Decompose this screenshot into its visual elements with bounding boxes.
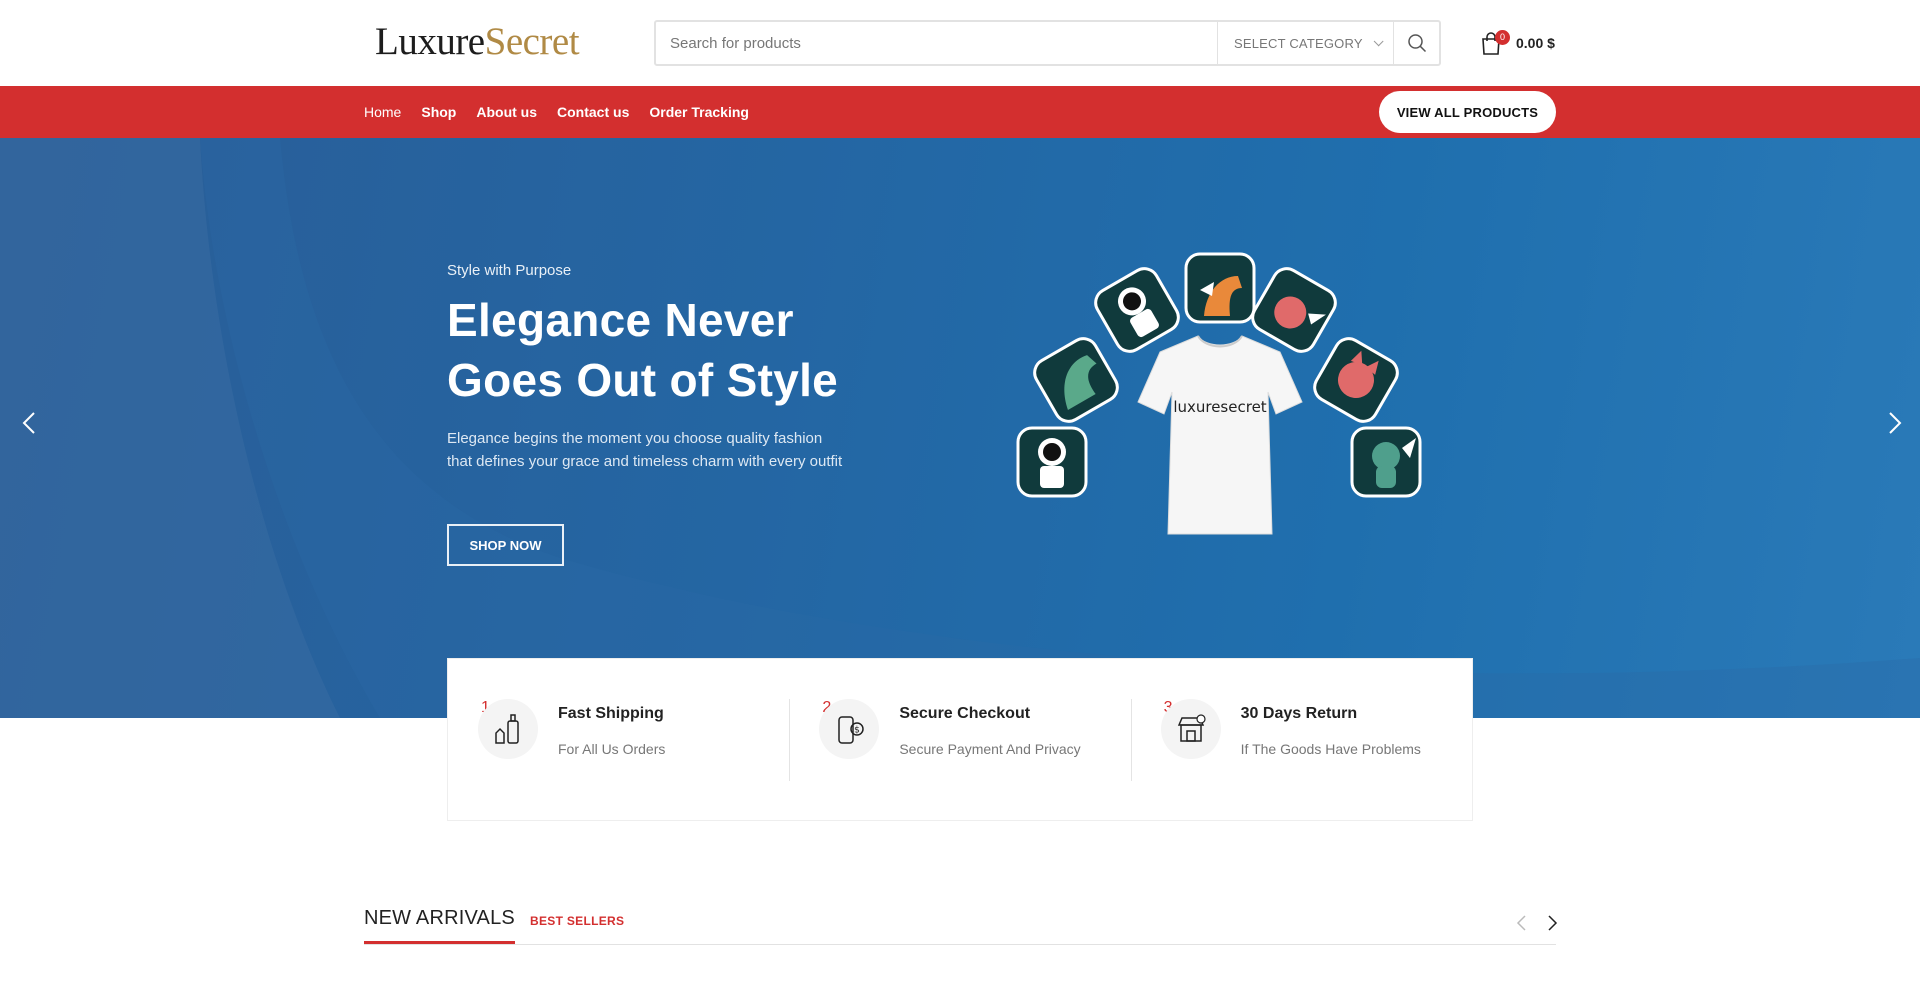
feature-icon-wrap: $ (819, 699, 880, 759)
carousel-prev-icon[interactable] (1512, 913, 1532, 933)
feature-title: Fast Shipping (558, 705, 664, 722)
search-input[interactable] (656, 22, 1217, 64)
search-bar: SELECT CATEGORY (654, 20, 1441, 66)
sticker-cat-angel (1251, 267, 1337, 353)
logo-text-luxure: Luxure (375, 20, 485, 63)
shipping-icon (495, 714, 519, 744)
feature-icon-wrap (1160, 699, 1221, 759)
tshirt (1137, 335, 1303, 535)
feature-title: Secure Checkout (899, 705, 1031, 722)
cart-count-badge: 0 (1495, 30, 1510, 45)
cart-button[interactable]: 0 0.00 $ (1478, 28, 1555, 58)
shop-now-button[interactable]: SHOP NOW (447, 524, 564, 566)
sticker-astronaut-top (1094, 267, 1180, 353)
hero-tshirt-image: luxuresecret (1016, 252, 1422, 535)
feature-desc: If The Goods Have Problems (1240, 741, 1421, 757)
slider-next-arrow[interactable] (1880, 408, 1910, 438)
category-select-label: SELECT CATEGORY (1234, 35, 1363, 51)
logo-text-secret: Secret (484, 20, 580, 63)
feature-desc: For All Us Orders (558, 741, 666, 757)
svg-text:$: $ (854, 726, 860, 736)
sticker-alien-angel (1350, 426, 1422, 498)
tab-new-arrivals[interactable]: NEW ARRIVALS (364, 907, 515, 944)
site-logo[interactable]: LuxureSecret (375, 20, 580, 64)
main-nav: Home Shop About us Contact us Order Trac… (0, 86, 1920, 138)
cart-icon-wrap: 0 (1478, 30, 1510, 56)
feature-icon-wrap (478, 699, 538, 759)
page: LuxureSecret SELECT CATEGORY 0 0.00 $ Ho… (0, 0, 1920, 993)
category-select[interactable]: SELECT CATEGORY (1217, 22, 1393, 64)
sticker-astronaut-left (1016, 426, 1088, 498)
hero-title: Elegance Never Goes Out of Style (447, 294, 839, 406)
nav-item-contact-us[interactable]: Contact us (557, 104, 629, 120)
sticker-cat-red (1313, 337, 1399, 423)
secure-payment-icon: $ (838, 716, 865, 744)
feature-30-days-return: 3. 30 Days Return If The Goods Have Prob… (1130, 659, 1472, 820)
feature-fast-shipping: 1. Fast Shipping For All Us Orders (448, 659, 789, 820)
search-icon (1407, 34, 1426, 53)
feature-secure-checkout: 2. $ Secure Checkout Secure Payment And … (789, 659, 1130, 820)
sticker-dinosaur-orange (1184, 252, 1256, 324)
nav-item-order-tracking[interactable]: Order Tracking (649, 104, 749, 120)
carousel-next-icon[interactable] (1542, 913, 1562, 933)
sticker-dinosaur-green (1033, 337, 1119, 423)
site-header: LuxureSecret SELECT CATEGORY 0 0.00 $ (0, 0, 1920, 86)
hero-slider: Style with Purpose Elegance Never Goes O… (0, 138, 1920, 718)
chevron-down-icon (1373, 35, 1384, 46)
features-bar: 1. Fast Shipping For All Us Orders 2. $ … (447, 658, 1473, 821)
hero-background-shape (0, 138, 1920, 718)
nav-item-home[interactable]: Home (364, 104, 401, 120)
tab-best-sellers[interactable]: BEST SELLERS (530, 914, 624, 928)
nav-item-about-us[interactable]: About us (476, 104, 537, 120)
cart-total: 0.00 $ (1516, 35, 1555, 51)
slider-prev-arrow[interactable] (14, 408, 44, 438)
feature-title: 30 Days Return (1240, 705, 1358, 722)
hero-subtitle: Style with Purpose (447, 262, 572, 279)
nav-item-shop[interactable]: Shop (421, 104, 456, 120)
feature-desc: Secure Payment And Privacy (899, 741, 1081, 757)
tshirt-brand-text: luxuresecret (1173, 398, 1266, 416)
search-button[interactable] (1393, 22, 1439, 64)
hero-description: Elegance begins the moment you choose qu… (447, 430, 843, 470)
view-all-products-button[interactable]: VIEW ALL PRODUCTS (1379, 91, 1556, 133)
product-tabs: NEW ARRIVALS BEST SELLERS (364, 903, 1558, 945)
store-return-icon (1177, 714, 1206, 742)
